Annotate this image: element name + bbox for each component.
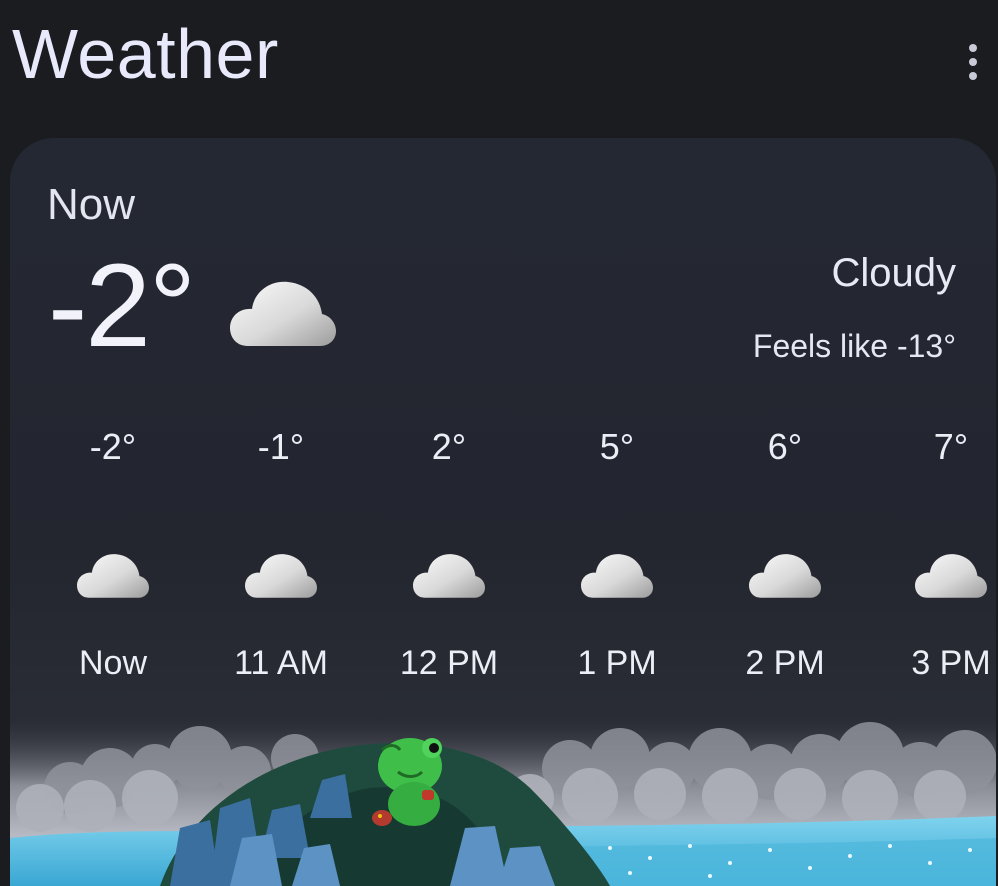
hourly-item[interactable]: -2° Now — [38, 424, 188, 684]
hourly-item[interactable]: 6° 2 PM — [710, 424, 860, 684]
hourly-time: Now — [78, 644, 148, 682]
hourly-temperature: -1° — [257, 426, 305, 467]
cloud-icon — [749, 554, 821, 598]
hourly-temperature: 2° — [431, 426, 467, 467]
hourly-temperature: 5° — [599, 426, 635, 467]
cloud-icon — [245, 554, 317, 598]
hourly-item[interactable]: -1° 11 AM — [206, 424, 356, 684]
hourly-temperature: 6° — [767, 426, 803, 467]
hourly-item[interactable]: 5° 1 PM — [542, 424, 692, 684]
more-vert-icon-dot — [969, 72, 977, 80]
hourly-temperature: -2° — [89, 426, 137, 467]
weather-app: Weather Now -2° Cloudy Feels like -13° -… — [0, 0, 998, 886]
hourly-time: 2 PM — [745, 644, 825, 682]
more-vert-icon-dot — [969, 58, 977, 66]
cloud-icon — [413, 554, 485, 598]
hourly-item[interactable]: 2° 12 PM — [374, 424, 524, 684]
cloud-icon — [77, 554, 149, 598]
hourly-item[interactable]: 7° 3 PM — [876, 424, 996, 684]
app-title: Weather — [12, 15, 279, 93]
current-weather-card[interactable]: Now -2° Cloudy Feels like -13° -2° Now -… — [10, 138, 996, 886]
hourly-temperature: 7° — [933, 426, 969, 467]
weather-illustration — [10, 718, 996, 886]
hourly-time: 12 PM — [399, 644, 499, 682]
more-options-button[interactable] — [958, 40, 988, 84]
more-vert-icon-dot — [969, 44, 977, 52]
hourly-time: 11 AM — [234, 644, 328, 682]
hourly-time: 3 PM — [911, 644, 991, 682]
cloud-icon — [581, 554, 653, 598]
cloud-icon — [915, 554, 987, 598]
hourly-forecast[interactable]: -2° Now -1° 11 AM 2° 12 PM 5° 1 PM 6° 2 … — [10, 138, 996, 698]
hourly-time: 1 PM — [577, 644, 657, 682]
